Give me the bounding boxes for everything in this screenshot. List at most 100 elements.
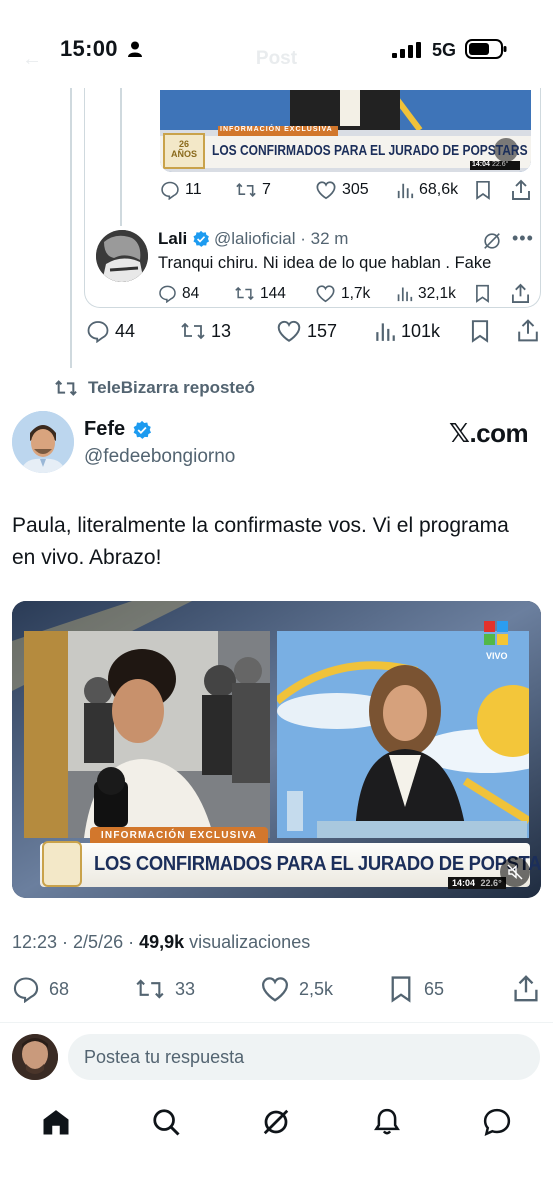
heart-icon (261, 977, 289, 1002)
post-views-count[interactable]: 49,9k (139, 932, 184, 952)
repost-icon (236, 183, 256, 197)
author-name[interactable]: Fefe (84, 418, 125, 441)
views-icon (397, 287, 413, 302)
reply-author-handle[interactable]: @lalioficial · 32 m (214, 229, 348, 249)
views-icon (397, 183, 414, 199)
quoted-media-art (160, 90, 531, 172)
like-count: 2,5k (299, 978, 334, 999)
bottom-tab-bar (0, 1090, 553, 1200)
reply-repost-button[interactable]: 144 (234, 284, 286, 303)
grok-icon[interactable] (481, 231, 503, 251)
tab-messages[interactable] (479, 1104, 515, 1140)
quoted-views-count: 68,6k (419, 181, 459, 198)
reply-like-count: 1,7k (341, 284, 371, 302)
reply-icon (159, 285, 176, 303)
thread-repost-button[interactable]: 13 (180, 319, 231, 343)
quoted-media-time: 14:04 (472, 161, 490, 168)
reply-repost-count: 144 (260, 284, 286, 302)
repost-icon (181, 322, 205, 340)
lali-avatar-art (96, 230, 148, 282)
bookmark-count: 65 (424, 978, 445, 999)
quoted-bookmark-button[interactable] (474, 180, 492, 200)
reply-like-button[interactable]: 1,7k (315, 284, 370, 303)
my-avatar[interactable] (12, 1034, 58, 1080)
messages-icon (483, 1108, 511, 1137)
video-left-panel (24, 631, 270, 838)
thread-views-button[interactable]: 101k (374, 319, 440, 343)
tab-notifications[interactable] (369, 1104, 405, 1140)
verified-badge-icon (133, 420, 151, 439)
quoted-reply-count: 11 (185, 181, 202, 198)
thread-like-button[interactable]: 157 (276, 319, 337, 343)
channel-logo-icon (484, 621, 508, 645)
quoted-share-button[interactable] (511, 179, 531, 201)
post-video[interactable]: VIVO INFORMACIÓN EXCLUSIVA LOS CONFIRMAD… (12, 601, 541, 898)
video-right-panel (277, 631, 529, 838)
repost-icon (235, 286, 254, 301)
video-clock: 14:04 22.6° (448, 877, 506, 889)
tab-grok[interactable] (258, 1104, 294, 1140)
author-handle[interactable]: @fedeebongiorno (84, 446, 235, 468)
post-time-date: 12:23 · 2/5/26 · (12, 932, 140, 952)
status-time: 15:00 (60, 36, 118, 61)
reply-composer-input[interactable] (68, 1034, 540, 1080)
battery-icon (465, 39, 507, 59)
repost-indicator[interactable]: TeleBizarra reposteó (54, 377, 255, 399)
repost-button[interactable]: 33 (134, 975, 195, 1003)
mute-button[interactable] (500, 857, 530, 887)
reply-icon (13, 977, 39, 1003)
reply-icon (87, 321, 109, 343)
signal-icon (392, 42, 421, 58)
quoted-media-caption: LOS CONFIRMADOS PARA EL JURADO DE POPSTA… (212, 142, 528, 159)
video-caption: LOS CONFIRMADOS PARA EL JURADO DE POPSTA… (94, 853, 541, 875)
heart-icon (277, 320, 301, 342)
heart-icon (316, 285, 335, 303)
bookmark-button[interactable]: 65 (389, 975, 444, 1003)
interview-scene (24, 631, 270, 838)
heart-icon (316, 181, 336, 200)
thread-bookmark-button[interactable] (470, 319, 490, 343)
post-timestamp: 12:23 · 2/5/26 · 49,9k visualizaciones (12, 932, 310, 953)
studio-scene (277, 631, 529, 838)
bookmark-icon (471, 320, 489, 343)
lali-avatar[interactable] (96, 230, 148, 282)
like-button[interactable]: 2,5k (260, 975, 333, 1003)
thread-reply-count: 44 (115, 320, 136, 341)
quoted-like-button[interactable]: 305 (315, 180, 369, 200)
live-label: VIVO (486, 651, 508, 661)
quoted-views-button[interactable]: 68,6k (396, 180, 458, 200)
status-bar: ← Post 15:00 5G (0, 0, 553, 88)
reply-bookmark-button[interactable] (474, 284, 491, 303)
reply-share-button[interactable] (511, 283, 530, 304)
reply-icon (161, 181, 179, 200)
views-icon (376, 323, 395, 341)
thread-views-count: 101k (401, 320, 441, 341)
home-icon (43, 1110, 69, 1135)
tab-home[interactable] (38, 1104, 74, 1140)
grok-icon (263, 1109, 289, 1135)
thread-share-button[interactable] (517, 318, 539, 343)
share-icon (511, 283, 530, 303)
reply-views-button[interactable]: 32,1k (396, 284, 456, 303)
bookmark-icon (476, 180, 490, 200)
more-options-icon[interactable]: ••• (512, 228, 534, 249)
thread-like-count: 157 (307, 320, 338, 341)
my-avatar-art (12, 1034, 58, 1080)
author-avatar[interactable] (12, 411, 74, 473)
quoted-reply-button[interactable]: 11 (160, 180, 202, 200)
quoted-media[interactable]: 26 AÑOS INFORMACIÓN EXCLUSIVA LOS CONFIR… (160, 90, 531, 172)
reply-reply-count: 84 (182, 284, 200, 302)
author-avatar-art (12, 411, 74, 473)
reply-button[interactable]: 68 (12, 975, 69, 1003)
share-button[interactable] (513, 974, 539, 1003)
quoted-repost-button[interactable]: 7 (235, 180, 271, 200)
reply-author-name[interactable]: Lali (158, 229, 187, 249)
thread-reply-button[interactable]: 44 (86, 319, 135, 343)
tab-search[interactable] (148, 1104, 184, 1140)
reply-reply-button[interactable]: 84 (158, 284, 199, 303)
search-icon (153, 1109, 180, 1136)
x-watermark: 𝕏.com (449, 418, 529, 448)
repost-icon (136, 979, 164, 999)
quoted-like-count: 305 (342, 181, 369, 198)
bookmark-icon (391, 976, 411, 1003)
